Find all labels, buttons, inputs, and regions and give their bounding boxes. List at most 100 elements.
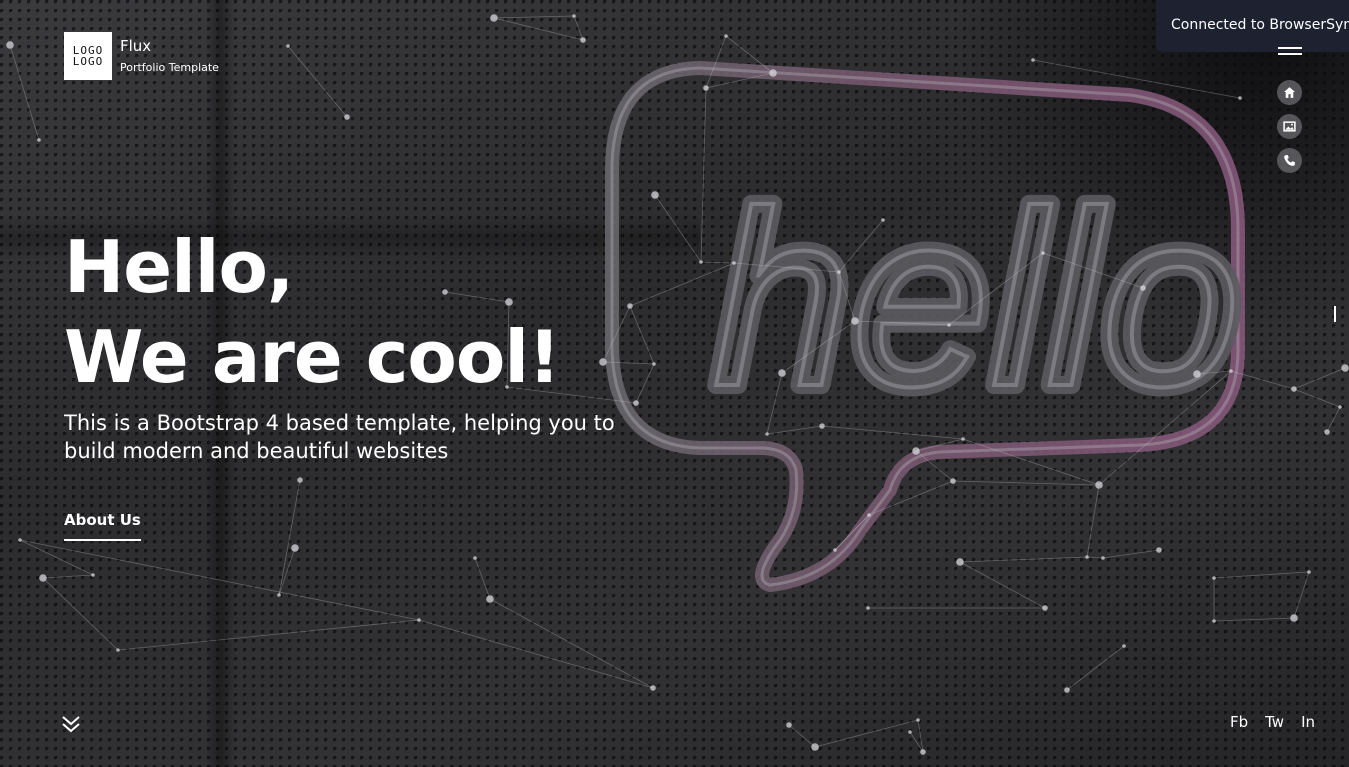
social-link-facebook[interactable]: Fb: [1230, 713, 1248, 731]
particle-link: [700, 87, 707, 263]
particle-node: [769, 69, 777, 77]
particle-link: [489, 598, 654, 689]
particle-node: [1095, 481, 1103, 489]
particle-link: [474, 557, 491, 600]
particle-node: [651, 191, 659, 199]
particle-link: [493, 15, 575, 19]
particle-node: [486, 595, 494, 603]
particle-link: [629, 305, 655, 365]
particle-node: [473, 556, 477, 560]
particle-link: [952, 480, 1100, 486]
particle-link: [834, 514, 870, 551]
particle-node: [811, 743, 819, 751]
particle-node: [1122, 644, 1126, 648]
particle-node: [1212, 619, 1216, 623]
side-nav-contact[interactable]: [1277, 148, 1302, 173]
side-nav: [1277, 80, 1302, 182]
particle-link: [821, 425, 964, 440]
particle-node: [778, 369, 786, 377]
particle-node: [956, 558, 964, 566]
particle-link: [1293, 571, 1310, 619]
particle-node: [277, 593, 281, 597]
particle-link: [493, 17, 584, 41]
particle-node: [866, 606, 870, 610]
particle-link: [1293, 388, 1341, 408]
particle-link: [948, 252, 1044, 326]
particle-link: [915, 450, 954, 482]
particle-node: [297, 477, 303, 483]
particle-link: [418, 619, 654, 689]
particle-node: [39, 574, 47, 582]
particle-link: [766, 425, 823, 435]
particle-node: [786, 722, 792, 728]
particle-link: [915, 438, 964, 452]
particle-link: [868, 480, 954, 516]
phone-icon: [1284, 155, 1295, 166]
social-link-linkedin[interactable]: In: [1301, 713, 1315, 731]
particle-node: [1085, 555, 1089, 559]
particle-link: [854, 320, 950, 326]
particle-link: [962, 438, 1100, 486]
particle-node: [291, 544, 299, 552]
particle-node: [950, 478, 956, 484]
particle-link: [1086, 556, 1104, 559]
particle-node: [572, 14, 576, 18]
particle-link: [629, 262, 735, 307]
particle-link: [705, 72, 774, 89]
chevron-double-down-icon[interactable]: [60, 712, 82, 736]
hero-subtitle: This is a Bootstrap 4 based template, he…: [64, 411, 615, 463]
particle-node: [417, 618, 421, 622]
particle-node: [1324, 429, 1330, 435]
brand-name: Flux: [120, 37, 152, 55]
particle-node: [1238, 96, 1242, 100]
particle-node: [1031, 58, 1035, 62]
particle-link: [654, 194, 702, 263]
particle-link: [1042, 252, 1144, 289]
particle-node: [703, 85, 709, 91]
particle-link: [1230, 370, 1295, 390]
about-us-link[interactable]: About Us: [64, 511, 141, 541]
particle-node: [1290, 614, 1298, 622]
particle-node: [37, 138, 41, 142]
particle-node: [699, 260, 703, 264]
social-link-twitter[interactable]: Tw: [1265, 713, 1284, 731]
brand[interactable]: LOGO LOGO Flux Portfolio Template: [64, 32, 219, 80]
particle-link: [766, 372, 783, 435]
particle-node: [732, 261, 736, 265]
particle-link: [1066, 645, 1125, 691]
particle-node: [837, 270, 841, 274]
hero-title-line: We are cool!: [64, 315, 561, 399]
particle-link: [573, 15, 584, 41]
particle-node: [908, 730, 912, 734]
hamburger-menu-icon[interactable]: [1278, 47, 1302, 63]
particle-node: [1338, 405, 1342, 409]
particle-link: [700, 261, 735, 264]
particle-node: [580, 37, 586, 43]
particle-link: [1102, 549, 1160, 559]
side-nav-home[interactable]: [1277, 80, 1302, 105]
logo[interactable]: LOGO LOGO: [64, 32, 112, 80]
image-icon: [1283, 121, 1296, 132]
particle-node: [6, 41, 14, 49]
particle-link: [278, 547, 296, 596]
logo-text-line: LOGO: [72, 55, 104, 68]
particle-link: [725, 35, 774, 74]
particle-link: [9, 44, 40, 141]
particle-node: [1229, 369, 1233, 373]
section-indicator: [1334, 306, 1336, 322]
particle-node: [920, 749, 926, 755]
particle-node: [1101, 556, 1105, 560]
particle-node: [1064, 687, 1070, 693]
side-nav-gallery[interactable]: [1277, 114, 1302, 139]
browsersync-notification: Connected to BrowserSync: [1156, 0, 1349, 52]
particle-link: [1098, 370, 1232, 486]
particle-node: [344, 114, 350, 120]
particle-link: [1032, 59, 1241, 99]
home-icon: [1284, 87, 1295, 98]
hero-title-line: Hello,: [64, 225, 294, 309]
particle-node: [819, 423, 825, 429]
particle-node: [599, 358, 607, 366]
particle-node: [961, 437, 965, 441]
particle-link: [1196, 370, 1232, 375]
particle-link: [635, 363, 655, 404]
